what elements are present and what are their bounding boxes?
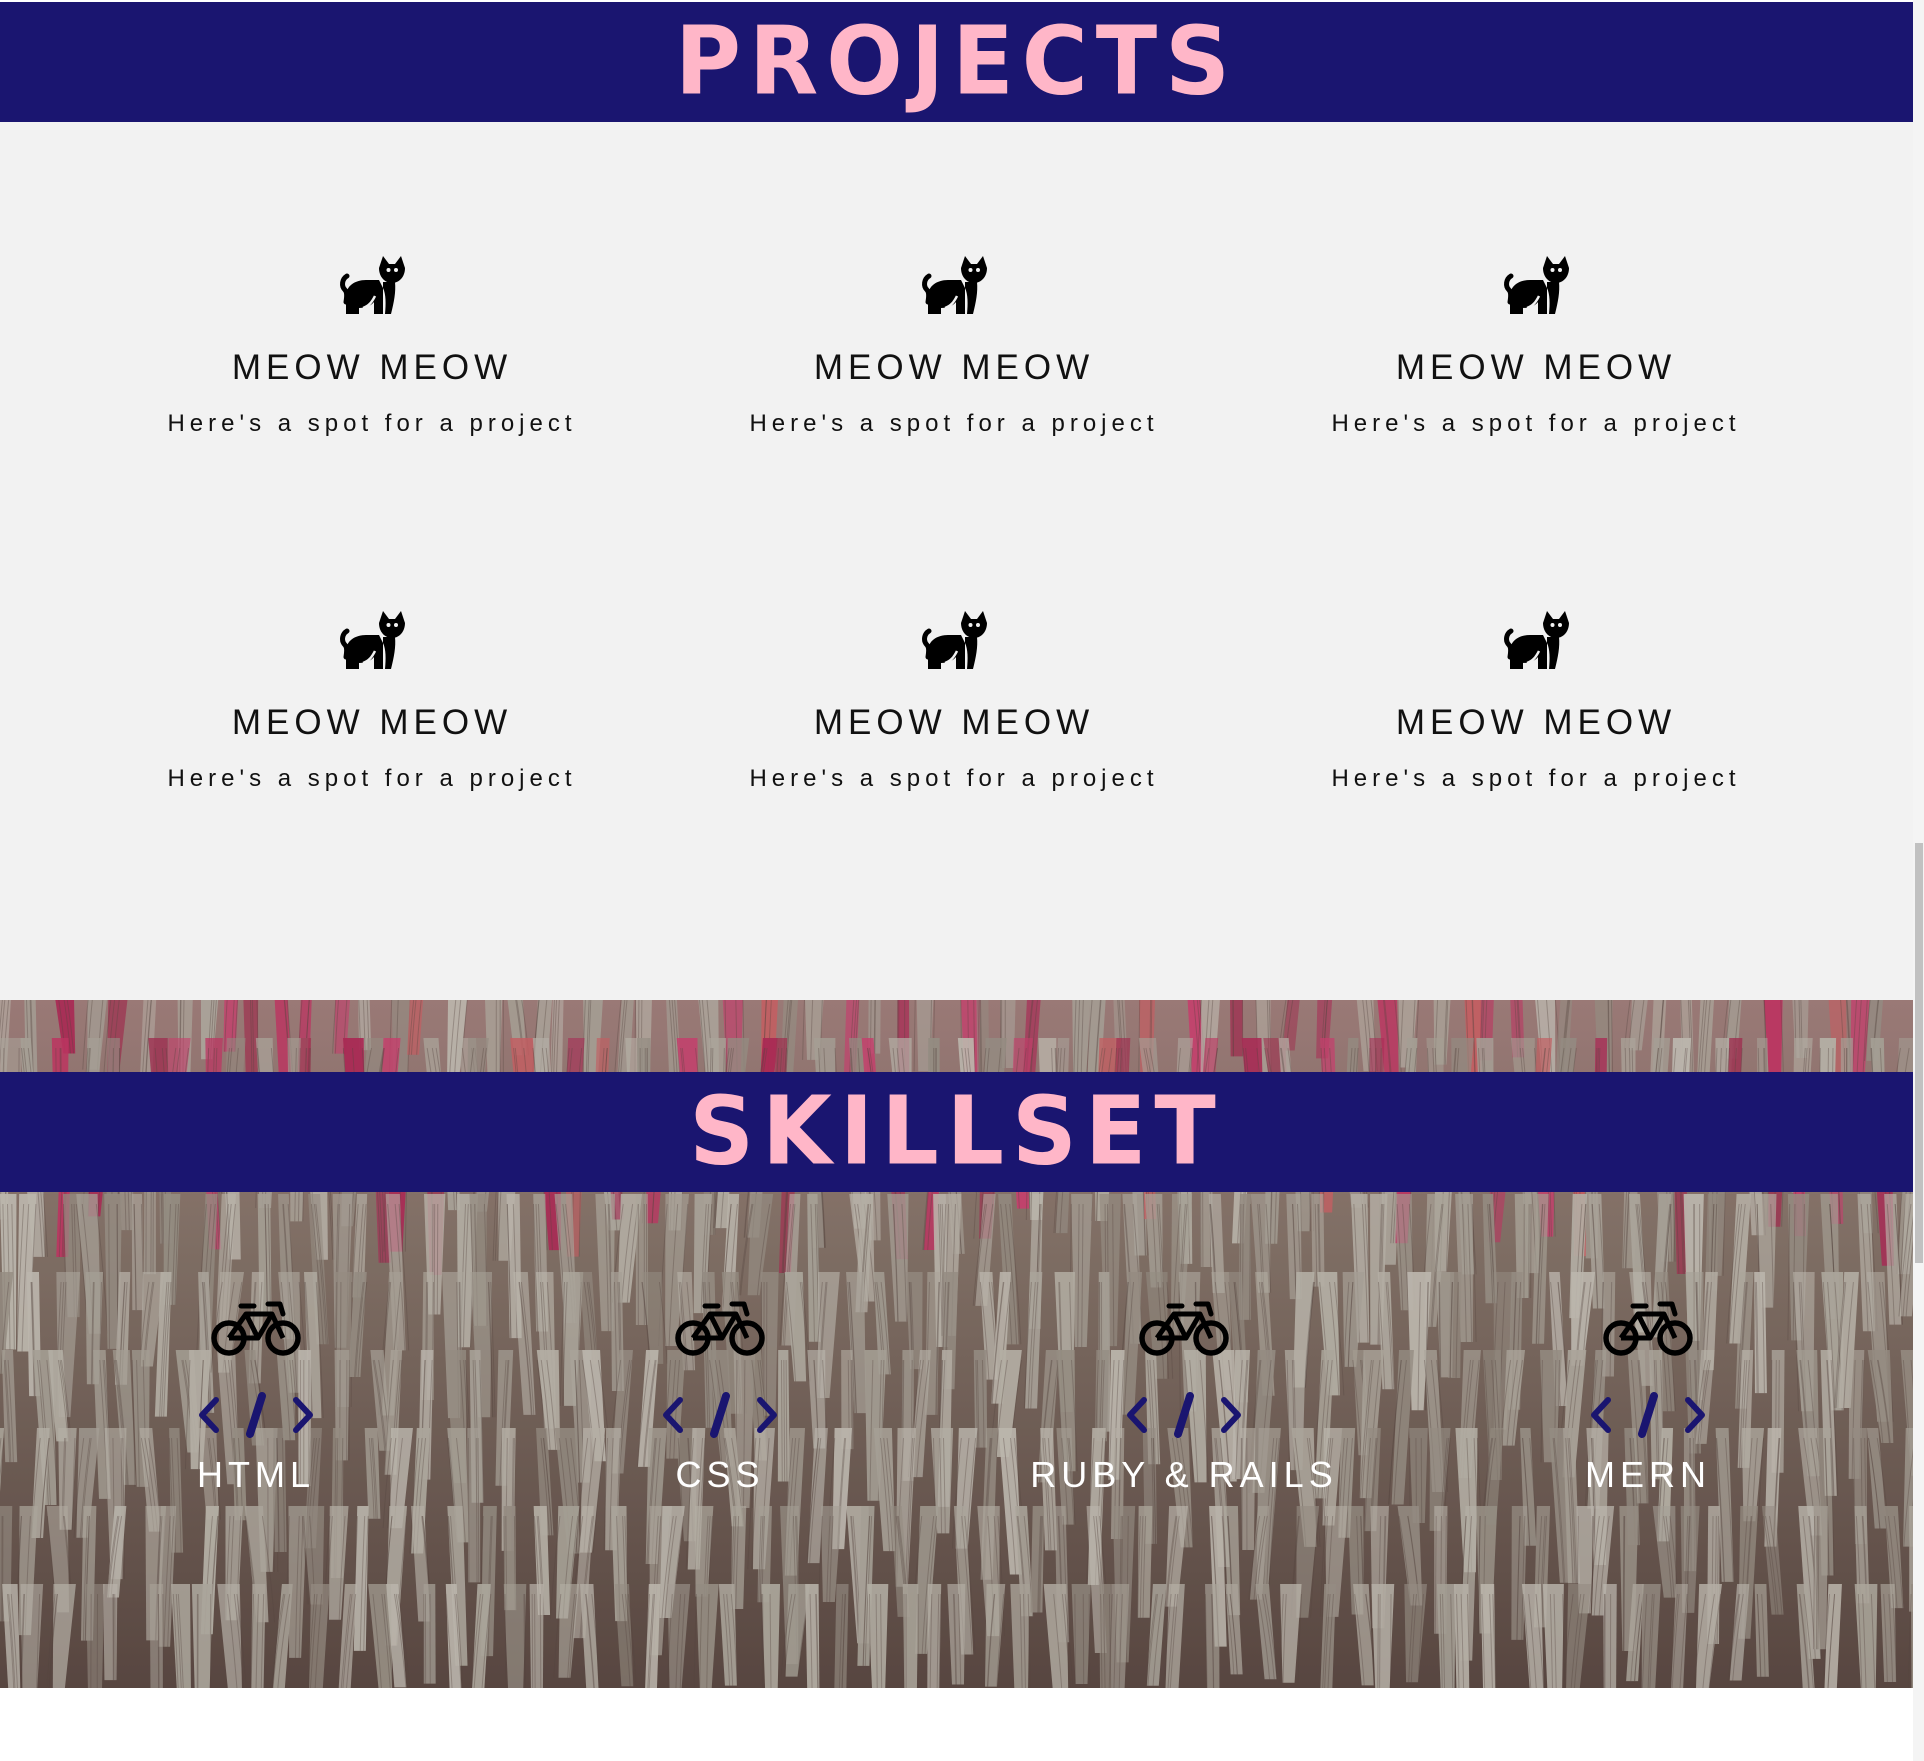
skill-item: RUBY & RAILS bbox=[1014, 1298, 1354, 1496]
bicycle-icon bbox=[1602, 1298, 1694, 1356]
project-title: MEOW MEOW bbox=[231, 348, 513, 387]
code-icon bbox=[1124, 1392, 1244, 1438]
projects-banner: PROJECTS bbox=[0, 2, 1913, 122]
cat-icon bbox=[921, 607, 987, 671]
project-title: MEOW MEOW bbox=[231, 703, 513, 742]
project-description: Here's a spot for a project bbox=[749, 410, 1159, 437]
vertical-scrollbar[interactable] bbox=[1913, 0, 1924, 1761]
scrollbar-thumb[interactable] bbox=[1915, 843, 1923, 1263]
skill-label: RUBY & RAILS bbox=[1030, 1454, 1338, 1495]
code-icon bbox=[1588, 1392, 1708, 1438]
project-card[interactable]: MEOW MEOW Here's a spot for a project bbox=[1256, 607, 1816, 847]
project-card[interactable]: MEOW MEOW Here's a spot for a project bbox=[674, 252, 1234, 492]
skillset-section: SKILLSET HTML CSS RUBY & RAILS MERN bbox=[0, 1000, 1913, 1688]
skill-item: HTML bbox=[86, 1298, 426, 1496]
bicycle-icon bbox=[210, 1298, 302, 1356]
project-card[interactable]: MEOW MEOW Here's a spot for a project bbox=[1256, 252, 1816, 492]
project-card[interactable]: MEOW MEOW Here's a spot for a project bbox=[92, 252, 652, 492]
cat-icon bbox=[1503, 252, 1569, 316]
cat-icon bbox=[1503, 607, 1569, 671]
skill-item: MERN bbox=[1478, 1298, 1818, 1496]
project-description: Here's a spot for a project bbox=[1331, 410, 1741, 437]
cat-icon bbox=[339, 252, 405, 316]
cat-icon bbox=[339, 607, 405, 671]
project-title: MEOW MEOW bbox=[813, 703, 1095, 742]
project-title: MEOW MEOW bbox=[1395, 703, 1677, 742]
project-description: Here's a spot for a project bbox=[167, 410, 577, 437]
bicycle-icon bbox=[674, 1298, 766, 1356]
skillset-banner: SKILLSET bbox=[0, 1072, 1913, 1192]
page-footer-space bbox=[0, 1688, 1913, 1761]
skill-label: CSS bbox=[675, 1454, 765, 1495]
cat-icon bbox=[921, 252, 987, 316]
projects-section: MEOW MEOW Here's a spot for a project ME… bbox=[0, 122, 1913, 1000]
projects-heading: PROJECTS bbox=[675, 6, 1238, 117]
portfolio-page: PROJECTS MEOW MEOW Here's a spot for a p… bbox=[0, 0, 1913, 1761]
project-description: Here's a spot for a project bbox=[749, 765, 1159, 792]
skill-label: MERN bbox=[1585, 1454, 1711, 1495]
project-card[interactable]: MEOW MEOW Here's a spot for a project bbox=[674, 607, 1234, 847]
project-description: Here's a spot for a project bbox=[167, 765, 577, 792]
bicycle-icon bbox=[1138, 1298, 1230, 1356]
code-icon bbox=[196, 1392, 316, 1438]
skillset-heading: SKILLSET bbox=[689, 1076, 1224, 1187]
skill-label: HTML bbox=[197, 1454, 315, 1495]
skill-item: CSS bbox=[550, 1298, 890, 1496]
project-card[interactable]: MEOW MEOW Here's a spot for a project bbox=[92, 607, 652, 847]
project-title: MEOW MEOW bbox=[813, 348, 1095, 387]
code-icon bbox=[660, 1392, 780, 1438]
project-title: MEOW MEOW bbox=[1395, 348, 1677, 387]
project-description: Here's a spot for a project bbox=[1331, 765, 1741, 792]
